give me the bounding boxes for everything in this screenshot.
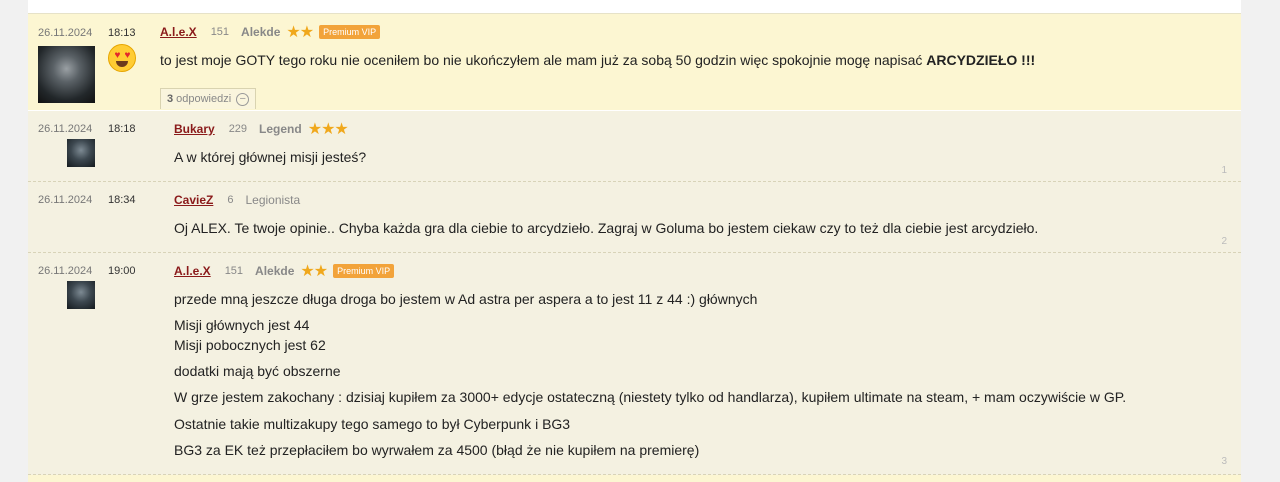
- reply-number: 1: [1221, 165, 1227, 176]
- reply-post: 26.11.2024 18:18 Bukary 229 Legend ★★★ A…: [28, 111, 1241, 182]
- rank-stars-icon: ★★: [286, 24, 314, 41]
- replies-count: 3: [167, 93, 174, 105]
- reply-text: A w której głównej misji jesteś?: [174, 149, 367, 165]
- user-post-count: 6: [227, 194, 234, 206]
- reply-text-line: Misji pobocznych jest 62: [174, 337, 326, 353]
- user-nick-link[interactable]: A.l.e.X: [174, 264, 211, 278]
- user-avatar[interactable]: [67, 281, 95, 309]
- reply-text-line: W grze jestem zakochany : dzisiaj kupiłe…: [174, 389, 1127, 405]
- reply-time: 18:18: [108, 123, 136, 135]
- reply-text-line: Ostatnie takie multizakupy tego samego t…: [174, 416, 571, 432]
- user-rank: Alekde: [241, 25, 281, 39]
- reply-time: 19:00: [108, 265, 136, 277]
- user-post-count: 151: [224, 265, 244, 277]
- post-text-bold: ARCYDZIEŁO !!!: [926, 52, 1036, 68]
- reply-post: 26.11.2024 19:00 A.l.e.X 151 Alekde ★★ P…: [28, 253, 1241, 475]
- user-post-count: 151: [210, 26, 230, 38]
- premium-vip-badge: Premium VIP: [319, 25, 381, 39]
- reply-text-line: Misji głównych jest 44: [174, 317, 310, 333]
- user-post-count: 229: [228, 123, 248, 135]
- main-post: 26.11.2024 18:13 ♥ ♥ A.l.e.X 151 Alekde ★…: [28, 14, 1241, 110]
- user-meta: A.l.e.X 151 Alekde ★★ Premium VIP: [160, 23, 381, 41]
- rank-stars-icon: ★★: [300, 263, 328, 280]
- user-nick-link[interactable]: CavieZ: [174, 193, 213, 207]
- reply-date: 26.11.2024: [38, 123, 93, 135]
- reply-number: 2: [1221, 236, 1227, 247]
- post-text: to jest moje GOTY tego roku nie oceniłem…: [160, 52, 1036, 68]
- reply-text-line: BG3 za EK też przepłaciłem bo wyrwałem z…: [174, 442, 700, 458]
- user-rank: Legionista: [245, 193, 301, 207]
- rank-stars-icon: ★★★: [307, 121, 349, 138]
- comment-thread: 26.11.2024 18:13 ♥ ♥ A.l.e.X 151 Alekde ★…: [28, 0, 1241, 482]
- reply-time: 18:34: [108, 194, 136, 206]
- user-avatar[interactable]: [38, 46, 95, 103]
- reply-text: Oj ALEX. Te twoje opinie.. Chyba każda g…: [174, 220, 1039, 236]
- user-avatar[interactable]: [67, 139, 95, 167]
- collapse-minus-icon: −: [236, 92, 250, 106]
- replies-label: odpowiedzi: [176, 93, 232, 105]
- user-rank: Legend: [259, 122, 302, 136]
- reply-post: 26.11.2024 18:34 CavieZ 6 Legionista Oj …: [28, 182, 1241, 253]
- user-meta: Bukary 229 Legend ★★★: [174, 120, 354, 138]
- reply-text-line: dodatki mają być obszerne: [174, 363, 341, 379]
- user-meta: CavieZ 6 Legionista: [174, 191, 306, 209]
- next-post-edge: [28, 475, 1241, 482]
- reply-number: 3: [1221, 456, 1227, 467]
- top-divider: [28, 0, 1241, 14]
- reply-text-line: przede mną jeszcze długa droga bo jestem…: [174, 291, 758, 307]
- user-meta: A.l.e.X 151 Alekde ★★ Premium VIP: [174, 262, 395, 280]
- user-rank: Alekde: [255, 264, 295, 278]
- heart-eyes-emoji-icon: ♥ ♥: [108, 44, 136, 72]
- replies-toggle-button[interactable]: 3 odpowiedzi −: [160, 88, 257, 109]
- user-nick-link[interactable]: A.l.e.X: [160, 25, 197, 39]
- post-time: 18:13: [108, 27, 136, 39]
- user-nick-link[interactable]: Bukary: [174, 122, 215, 136]
- post-date: 26.11.2024: [38, 27, 93, 39]
- reply-date: 26.11.2024: [38, 194, 93, 206]
- reply-date: 26.11.2024: [38, 265, 93, 277]
- premium-vip-badge: Premium VIP: [333, 264, 395, 278]
